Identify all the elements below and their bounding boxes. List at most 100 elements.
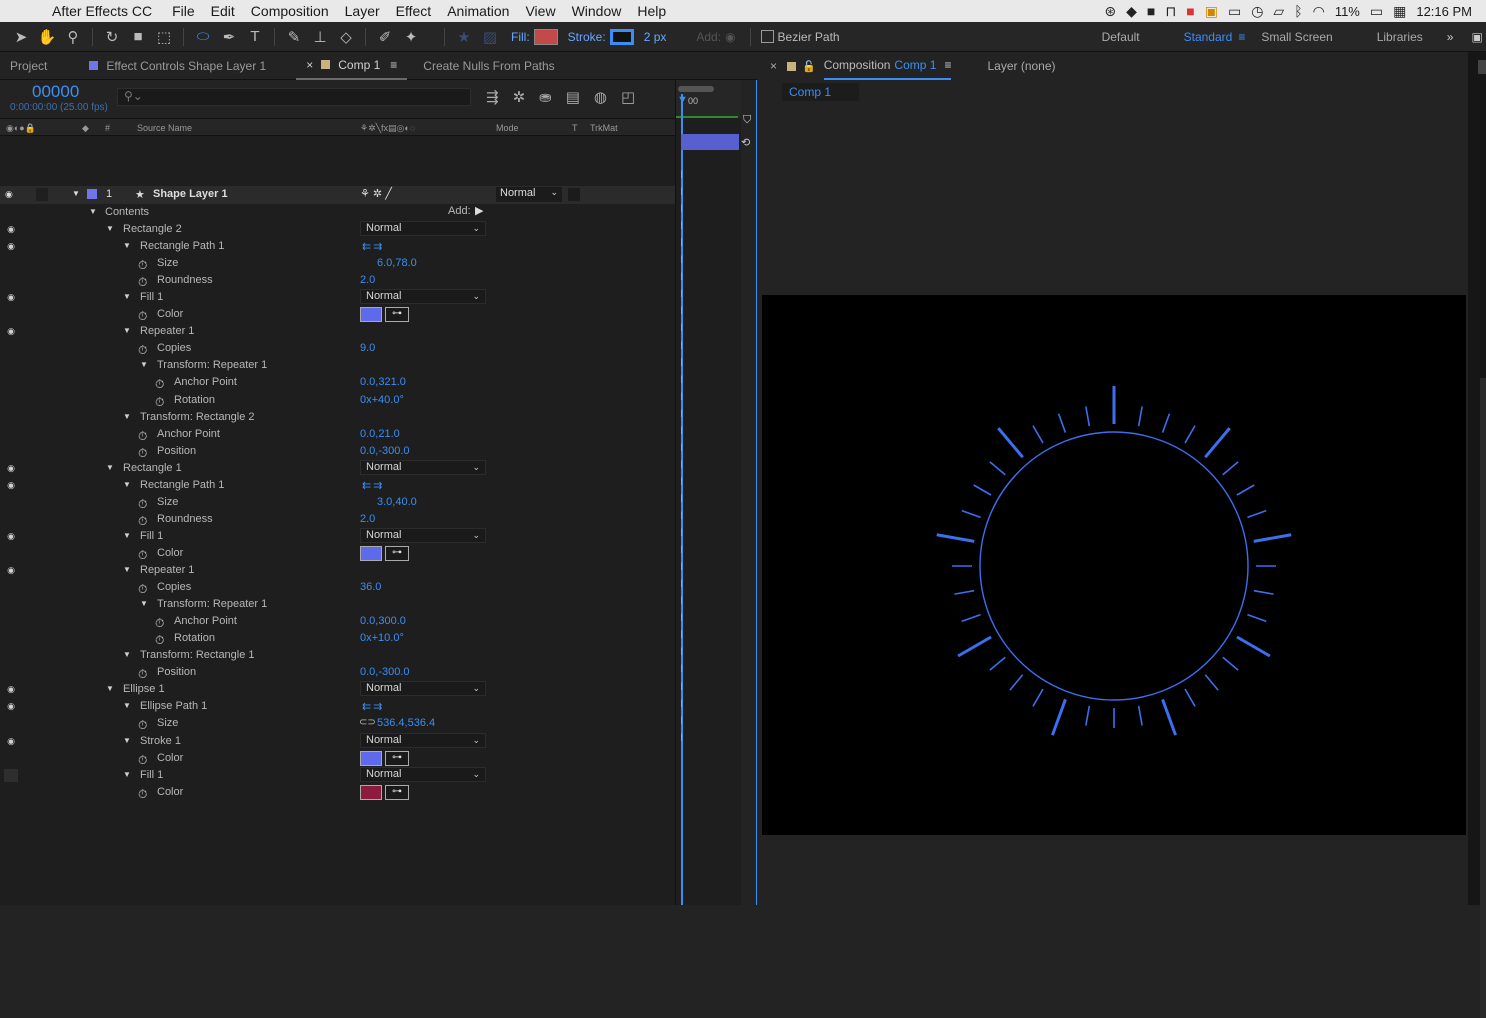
keyframe-marker[interactable]: I: [680, 681, 683, 693]
hand-tool-icon[interactable]: ✋: [34, 28, 60, 46]
visibility-off-switch[interactable]: [4, 768, 18, 782]
color-swatch[interactable]: [360, 784, 382, 800]
expand-triangle-icon[interactable]: ▼: [123, 565, 131, 574]
airplay-icon[interactable]: ▱: [1273, 3, 1284, 20]
blend-mode-dropdown[interactable]: Normal ⌄: [360, 766, 486, 782]
expand-triangle-icon[interactable]: ▼: [89, 207, 97, 216]
stopwatch-icon[interactable]: ⏱: [138, 429, 147, 444]
solo-switch[interactable]: [36, 188, 48, 201]
menu-window[interactable]: Window: [564, 3, 630, 19]
more-workspaces-icon[interactable]: »: [1447, 30, 1454, 44]
property-row[interactable]: ⏱ Position 0.0,-300.0: [0, 443, 675, 460]
add-content-label[interactable]: Add:: [448, 205, 471, 217]
wifi-icon[interactable]: ◠: [1313, 3, 1325, 20]
property-row[interactable]: ⏱ Roundness 2.0: [0, 272, 675, 289]
pan-behind-tool-icon[interactable]: ⬚: [151, 28, 177, 46]
roto-brush-tool-icon[interactable]: ✐: [372, 28, 398, 46]
property-row[interactable]: ⏱ Size 3.0,40.0: [0, 494, 675, 511]
composition-flowchart-icon[interactable]: ⇶: [486, 88, 499, 106]
eye-icon[interactable]: ◉: [5, 531, 17, 541]
source-name-header[interactable]: Source Name: [137, 123, 192, 133]
eye-icon[interactable]: ◉: [5, 701, 17, 711]
stopwatch-icon[interactable]: ⏱: [138, 514, 147, 529]
property-row[interactable]: ⏱ Color ⊶: [0, 306, 675, 323]
stopwatch-icon[interactable]: ⏱: [155, 395, 164, 410]
rotate-tool-icon[interactable]: ↻: [99, 28, 125, 46]
app-icon-yellow[interactable]: ▣: [1205, 3, 1218, 20]
property-row[interactable]: ◉ ▼ Repeater 1: [0, 323, 675, 340]
stopwatch-icon[interactable]: ⏱: [138, 275, 147, 290]
clone-stamp-tool-icon[interactable]: ⊥: [307, 28, 333, 46]
keyframe-marker[interactable]: I: [680, 663, 683, 675]
eraser-tool-icon[interactable]: ◇: [333, 28, 359, 46]
expand-triangle-icon[interactable]: ▼: [140, 360, 148, 369]
constrain-proportions-icon[interactable]: ⊂⊃: [359, 717, 376, 728]
eye-icon[interactable]: ◉: [5, 224, 17, 234]
ellipse-tool-icon[interactable]: ⬭: [190, 28, 216, 45]
color-swatch[interactable]: [360, 750, 382, 766]
frame-blending-icon[interactable]: ▤: [566, 88, 580, 106]
property-row[interactable]: ◉ ▼ Fill 1 Normal ⌄: [0, 527, 675, 545]
color-swatch[interactable]: [360, 307, 382, 323]
property-value[interactable]: 36.0: [360, 581, 381, 593]
stopwatch-icon[interactable]: ⏱: [138, 497, 147, 512]
menu-view[interactable]: View: [517, 3, 563, 19]
property-row[interactable]: ◉ ▼ Rectangle 2 Normal ⌄: [0, 221, 675, 238]
property-value[interactable]: 0.0,-300.0: [360, 445, 410, 457]
breadcrumb-comp-1[interactable]: Comp 1: [782, 83, 860, 101]
keyframe-marker[interactable]: I: [680, 476, 683, 488]
stopwatch-icon[interactable]: ⏱: [138, 582, 147, 597]
menu-effect[interactable]: Effect: [388, 3, 440, 19]
eye-icon[interactable]: ◉: [5, 326, 17, 336]
keyframe-marker[interactable]: I: [680, 220, 683, 232]
puppet-pin-tool-icon[interactable]: ✦: [398, 28, 424, 46]
stopwatch-icon[interactable]: ⏱: [138, 446, 147, 461]
stopwatch-icon[interactable]: ⏱: [155, 633, 164, 648]
keyframe-marker[interactable]: I: [680, 493, 683, 505]
stroke-width[interactable]: 2 px: [644, 30, 667, 44]
keyframe-marker[interactable]: I: [680, 646, 683, 658]
expand-triangle-icon[interactable]: ▼: [123, 770, 131, 779]
path-direction-icon[interactable]: ⇇⇉: [362, 479, 384, 492]
menu-file[interactable]: File: [164, 3, 203, 19]
stroke-swatch[interactable]: [609, 28, 634, 45]
close-icon[interactable]: ×: [306, 58, 313, 72]
property-row[interactable]: ⏱ Position 0.0,-300.0: [0, 664, 675, 681]
workspace-libraries[interactable]: Libraries: [1377, 30, 1423, 44]
eye-icon[interactable]: ◉: [5, 241, 17, 251]
timeline-scroll[interactable]: ⛉ ⟲: [741, 80, 757, 905]
panel-menu-icon[interactable]: ≡: [390, 58, 397, 72]
keyframe-marker[interactable]: I: [680, 629, 683, 641]
zoom-tool-icon[interactable]: ⚲: [60, 28, 86, 46]
keyframe-marker[interactable]: I: [680, 169, 683, 181]
keyframe-marker[interactable]: I: [680, 527, 683, 539]
property-row[interactable]: ⏱ Anchor Point 0.0,300.0: [0, 613, 675, 630]
property-row[interactable]: ⏱ Color ⊶: [0, 750, 675, 767]
keyframe-marker[interactable]: I: [680, 305, 683, 317]
work-area-bar[interactable]: [678, 86, 714, 92]
property-row[interactable]: ⏱ Rotation 0x+10.0°: [0, 630, 675, 647]
blend-mode-dropdown[interactable]: Normal ⌄: [360, 681, 486, 697]
comp-canvas[interactable]: [762, 295, 1466, 835]
layer-label-color[interactable]: [87, 189, 97, 199]
app-icon[interactable]: ⊓: [1165, 3, 1176, 20]
property-row[interactable]: ⏱ Roundness 2.0: [0, 511, 675, 528]
property-row[interactable]: ◉ ▼ Ellipse 1 Normal ⌄: [0, 681, 675, 698]
expand-triangle-icon[interactable]: ▼: [123, 531, 131, 540]
property-value[interactable]: 0.0,321.0: [360, 376, 406, 388]
tab-effect-controls[interactable]: Effect Controls Shape Layer 1: [79, 59, 276, 73]
panel-menu-icon[interactable]: ≡: [944, 58, 951, 72]
graph-editor-icon[interactable]: ◰: [621, 88, 635, 106]
keyframe-marker[interactable]: I: [680, 288, 683, 300]
property-value[interactable]: 2.0: [360, 274, 375, 286]
dropbox-icon[interactable]: ◆: [1126, 3, 1137, 20]
display-icon[interactable]: ▭: [1228, 3, 1241, 20]
menu-edit[interactable]: Edit: [203, 3, 243, 19]
property-row[interactable]: ⏱ Copies 36.0: [0, 579, 675, 596]
fill-swatch[interactable]: [533, 28, 558, 45]
eye-icon[interactable]: ◉: [5, 292, 17, 302]
property-row[interactable]: ⏱ Size ⊂⊃ 536.4,536.4: [0, 715, 675, 732]
property-value[interactable]: 0x+10.0°: [360, 632, 404, 644]
add-content-icon[interactable]: ▶: [475, 204, 483, 217]
tab-project[interactable]: Project: [0, 59, 57, 73]
